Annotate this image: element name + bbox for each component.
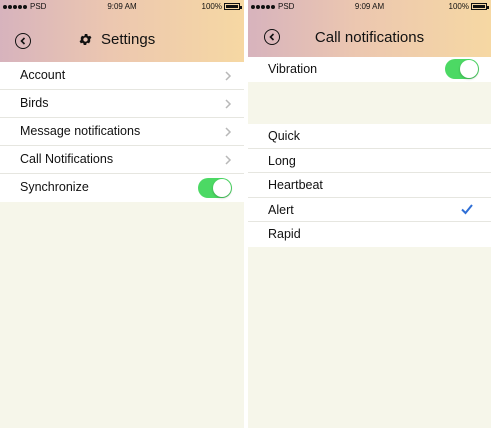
settings-item-message-notifications[interactable]: Message notifications (0, 118, 244, 146)
option-alert[interactable]: Alert (248, 198, 491, 222)
battery-percent: 100% (201, 2, 222, 11)
call-notifications-header: PSD 9:09 AM 100% Call notifications (248, 0, 491, 57)
chevron-right-icon (225, 155, 232, 165)
status-bar: PSD 9:09 AM 100% (0, 0, 244, 13)
settings-item-account[interactable]: Account (0, 62, 244, 90)
checkmark-icon (461, 203, 473, 214)
vibration-list: Vibration (248, 57, 491, 82)
settings-screen: PSD 9:09 AM 100% Settings Account Birds (0, 0, 244, 428)
chevron-right-icon (225, 127, 232, 137)
settings-item-call-notifications[interactable]: Call Notifications (0, 146, 244, 174)
settings-item-synchronize: Synchronize (0, 174, 244, 202)
option-label: Heartbeat (268, 178, 323, 192)
settings-item-label: Synchronize (20, 180, 89, 194)
battery-icon (471, 3, 489, 10)
settings-list: Account Birds Message notifications Call… (0, 62, 244, 202)
pattern-options-list: Quick Long Heartbeat Alert Rapid (248, 124, 491, 247)
synchronize-toggle[interactable] (198, 178, 232, 198)
option-heartbeat[interactable]: Heartbeat (248, 173, 491, 198)
chevron-right-icon (225, 99, 232, 109)
settings-item-label: Birds (20, 96, 49, 110)
settings-header: PSD 9:09 AM 100% Settings (0, 0, 244, 62)
toggle-knob (460, 60, 478, 78)
settings-item-label: Call Notifications (20, 152, 114, 166)
option-label: Rapid (268, 227, 301, 241)
option-label: Long (268, 153, 296, 168)
toggle-knob (213, 179, 231, 197)
option-label: Quick (268, 129, 300, 143)
option-quick[interactable]: Quick (248, 124, 491, 149)
vibration-label: Vibration (268, 62, 318, 76)
settings-item-label: Account (20, 68, 66, 82)
settings-item-birds[interactable]: Birds (0, 90, 244, 118)
page-title: Settings (101, 31, 156, 48)
option-long[interactable]: Long (248, 149, 491, 173)
option-label: Alert (268, 202, 294, 217)
page-title: Call notifications (314, 29, 425, 46)
gear-icon (79, 34, 92, 45)
vibration-toggle[interactable] (445, 59, 479, 79)
chevron-right-icon (225, 71, 232, 81)
back-circle-icon (20, 37, 26, 45)
battery-percent: 100% (448, 2, 469, 11)
back-button[interactable] (15, 33, 31, 49)
settings-item-label: Message notifications (20, 124, 141, 138)
call-notifications-screen: PSD 9:09 AM 100% Call notifications Vibr… (248, 0, 491, 428)
battery-icon (224, 3, 242, 10)
status-bar: PSD 9:09 AM 100% (248, 0, 491, 13)
option-rapid[interactable]: Rapid (248, 222, 491, 247)
vibration-row: Vibration (248, 57, 491, 82)
